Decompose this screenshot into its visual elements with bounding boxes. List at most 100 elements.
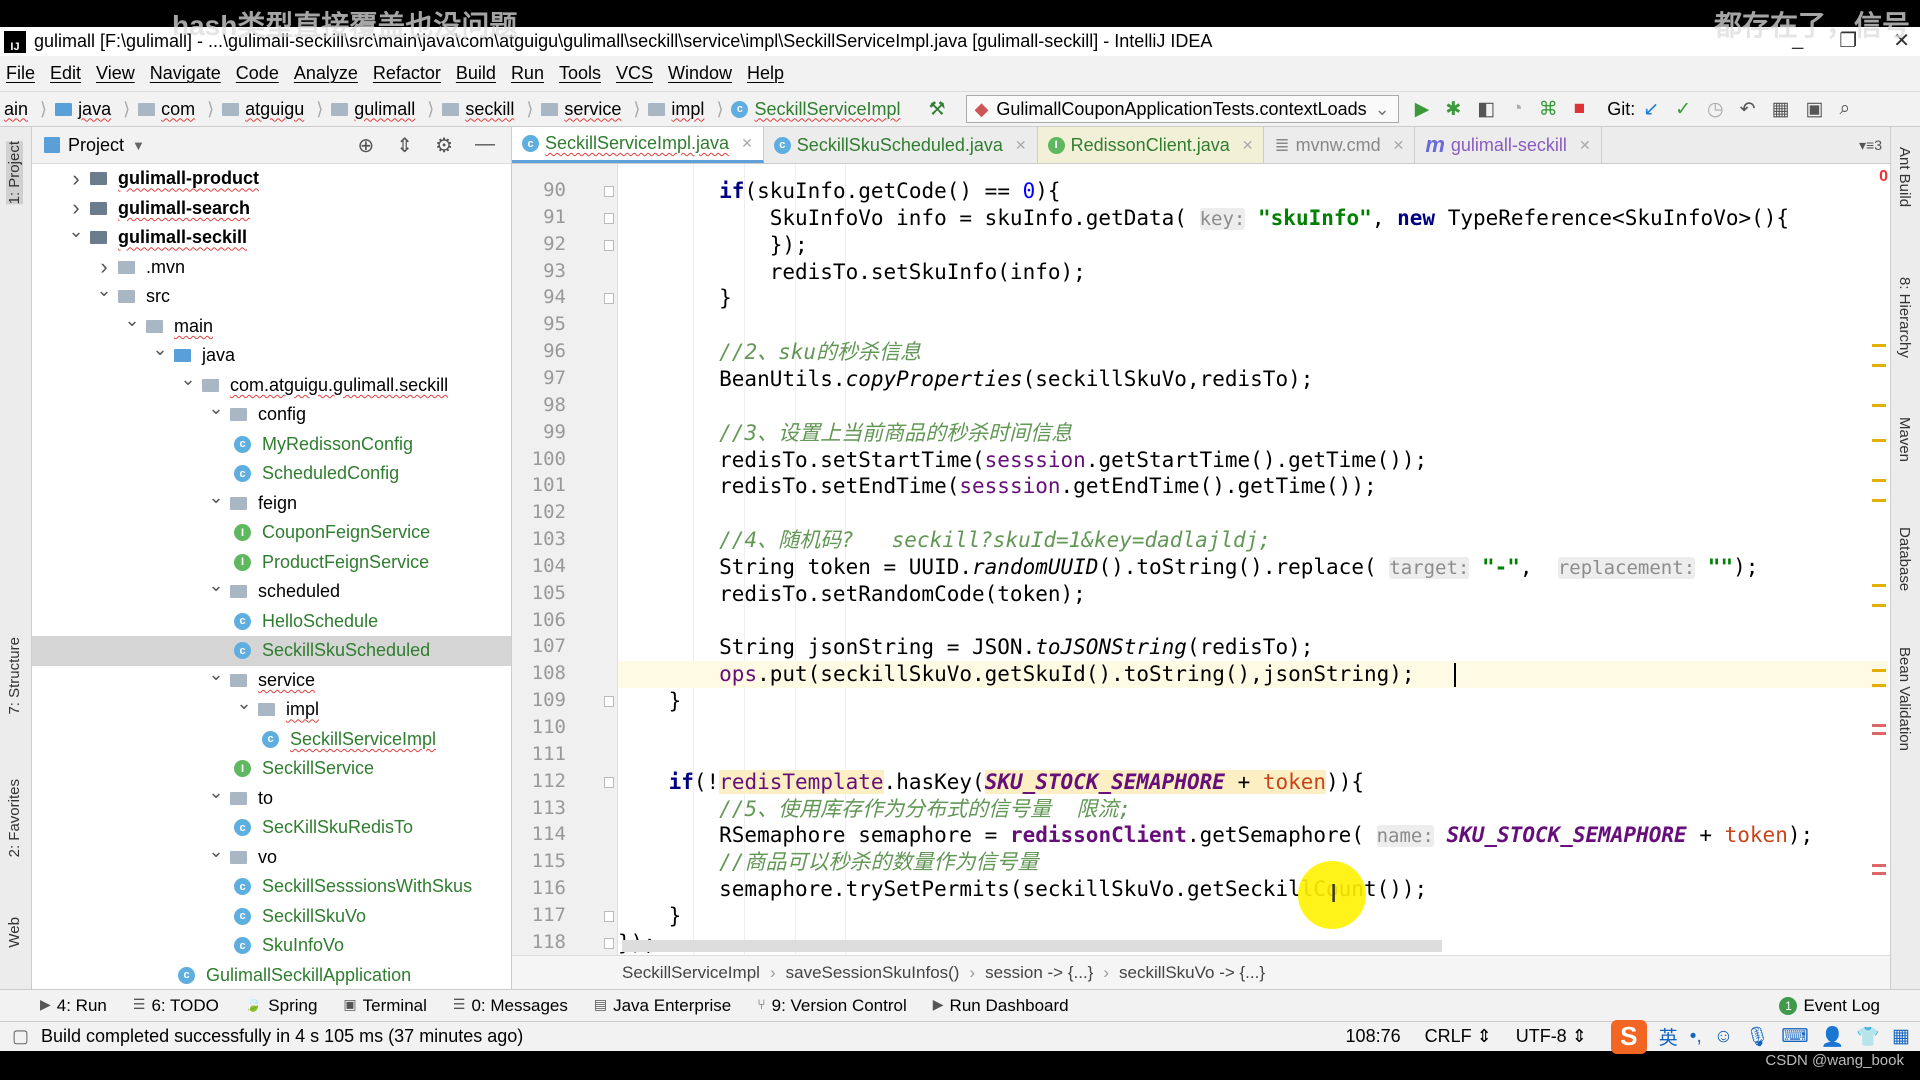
sogou-ime-icon[interactable]: S xyxy=(1610,1019,1647,1054)
tool-web[interactable]: Web xyxy=(6,917,23,948)
tree-item[interactable]: ⌄ main xyxy=(32,310,511,342)
menu-view[interactable]: View xyxy=(96,63,135,84)
tree-item[interactable]: ⌄ com.atguigu.gulimall.seckill xyxy=(32,369,511,401)
tree-item[interactable]: c SeckillSkuVo xyxy=(32,902,511,932)
tree-item[interactable]: ⌄ feign xyxy=(32,487,511,519)
tree-item[interactable]: c SeckillSesssionsWithSkus xyxy=(32,872,511,902)
menu-vcs[interactable]: VCS xyxy=(616,63,653,84)
tree-item[interactable]: ⌄ src xyxy=(32,280,511,312)
tab-redissonclient-java[interactable]: I RedissonClient.java ✕ xyxy=(1037,127,1265,163)
menu-file[interactable]: File xyxy=(6,63,35,84)
tree-item[interactable]: ⌄ to xyxy=(32,782,511,814)
locate-icon[interactable]: ⊕ xyxy=(358,133,375,158)
tree-item[interactable]: ⌄ java xyxy=(32,339,511,371)
breadcrumb-item[interactable]: seckillSkuVo -> {...} xyxy=(1119,963,1265,983)
tree-item[interactable]: › gulimall-product xyxy=(32,164,511,194)
chevron-down-icon[interactable]: ⌄ xyxy=(208,575,224,596)
tool-spring[interactable]: 🍃 Spring xyxy=(245,996,318,1016)
chevron-down-icon[interactable]: ⌄ xyxy=(208,841,224,862)
nav-crumb[interactable]: gulimall ⟩ xyxy=(327,99,438,120)
tree-item[interactable]: c SecKillSkuRedisTo xyxy=(32,813,511,843)
menu-help[interactable]: Help xyxy=(747,63,784,84)
nav-crumb[interactable]: impl ⟩ xyxy=(644,99,727,120)
tool-4-run[interactable]: ▶ 4: Run xyxy=(40,996,107,1016)
fold-marker-icon[interactable] xyxy=(604,239,614,251)
tool-terminal[interactable]: ▣ Terminal xyxy=(343,996,426,1016)
line-separator[interactable]: CRLF ⇕ xyxy=(1425,1026,1492,1047)
error-stripe-mark[interactable] xyxy=(1872,344,1886,347)
build-hammer-icon[interactable]: ⚒ xyxy=(929,98,946,121)
nav-crumb[interactable]: com ⟩ xyxy=(134,99,218,120)
attach-debugger-icon[interactable]: ⌘ xyxy=(1539,98,1558,121)
nav-crumb[interactable]: ain ⟩ xyxy=(0,99,51,120)
tree-item[interactable]: c GulimallSeckillApplication xyxy=(32,961,511,990)
tab-seckillserviceimpl-java[interactable]: c SeckillServiceImpl.java ✕ xyxy=(512,127,764,163)
fold-marker-icon[interactable] xyxy=(604,937,614,949)
tree-item[interactable]: › .mvn xyxy=(32,253,511,283)
tool-9-version-control[interactable]: ⑂ 9: Version Control xyxy=(757,996,907,1016)
keyboard-icon[interactable]: ⌨ xyxy=(1781,1025,1808,1048)
tree-item[interactable]: c SkuInfoVo xyxy=(32,931,511,961)
collapse-all-icon[interactable]: ⇕ xyxy=(396,133,413,158)
breadcrumb-item[interactable]: session -> {...} xyxy=(985,963,1093,983)
ime-punctuation[interactable]: •, xyxy=(1690,1026,1702,1048)
code-editor[interactable]: 90 91 92 93 94 95 96 97 98 99 100 101 102 103 104 105 10… xyxy=(512,164,1890,955)
menu-navigate[interactable]: Navigate xyxy=(150,63,221,84)
nav-crumb-file[interactable]: c SeckillServiceImpl xyxy=(727,99,904,120)
caret-position[interactable]: 108:76 xyxy=(1346,1026,1401,1047)
coverage-icon[interactable]: ◧ xyxy=(1477,98,1495,121)
menu-analyze[interactable]: Analyze xyxy=(294,63,358,84)
fold-marker-icon[interactable] xyxy=(604,293,614,305)
breadcrumb-item[interactable]: SeckillServiceImpl xyxy=(622,963,760,983)
close-tab-icon[interactable]: ✕ xyxy=(1015,137,1027,154)
tree-item[interactable]: ⌄ config xyxy=(32,398,511,430)
tree-item[interactable]: ⌄ impl xyxy=(32,693,511,725)
menu-build[interactable]: Build xyxy=(456,63,496,84)
search-icon[interactable]: ⌕ xyxy=(1839,98,1850,120)
error-stripe-mark[interactable] xyxy=(1872,732,1886,735)
horizontal-scrollbar[interactable] xyxy=(622,940,1442,952)
git-update-icon[interactable]: ↙ xyxy=(1643,98,1659,121)
ime-language[interactable]: 英 xyxy=(1659,1023,1678,1050)
menu-tools[interactable]: Tools xyxy=(559,63,601,84)
menu-code[interactable]: Code xyxy=(236,63,279,84)
close-tab-icon[interactable]: ✕ xyxy=(1579,137,1591,154)
chevron-down-icon[interactable]: ⌄ xyxy=(236,693,252,714)
tool-hierarchy[interactable]: 8: Hierarchy xyxy=(1896,277,1913,358)
error-stripe-mark[interactable] xyxy=(1872,724,1886,727)
error-stripe-mark[interactable] xyxy=(1872,584,1886,587)
chevron-down-icon[interactable]: ⌄ xyxy=(180,369,196,390)
tool-java-enterprise[interactable]: ▤ Java Enterprise xyxy=(594,996,731,1016)
tree-item[interactable]: ⌄ gulimall-seckill xyxy=(32,221,511,253)
tool-database[interactable]: Database xyxy=(1896,527,1913,591)
tab-mvnw-cmd[interactable]: ≣ mvnw.cmd ✕ xyxy=(1264,127,1416,163)
tab-gulimall-seckill[interactable]: m gulimall-seckill ✕ xyxy=(1415,127,1602,163)
tree-item[interactable]: c HelloSchedule xyxy=(32,607,511,637)
project-structure-icon[interactable]: ▦ xyxy=(1772,98,1790,121)
git-history-icon[interactable]: ◷ xyxy=(1707,98,1724,121)
chevron-down-icon[interactable]: ⌄ xyxy=(208,664,224,685)
event-log-button[interactable]: 1 Event Log xyxy=(1779,996,1880,1016)
toggle-tool-windows-icon[interactable]: ▢ xyxy=(12,1026,29,1047)
git-commit-icon[interactable]: ✓ xyxy=(1675,98,1691,121)
project-view-select[interactable]: Project xyxy=(68,135,124,156)
chevron-down-icon[interactable]: ⌄ xyxy=(68,221,84,242)
error-stripe-mark[interactable] xyxy=(1872,872,1886,875)
error-stripe-mark[interactable] xyxy=(1872,684,1886,687)
nav-crumb[interactable]: service ⟩ xyxy=(537,99,644,120)
fold-marker-icon[interactable] xyxy=(604,212,614,224)
tool-0-messages[interactable]: ☰ 0: Messages xyxy=(453,996,568,1016)
tree-item[interactable]: I SeckillService xyxy=(32,754,511,784)
debug-icon[interactable]: ✱ xyxy=(1445,98,1461,121)
tree-item[interactable]: ⌄ vo xyxy=(32,841,511,873)
tree-item[interactable]: c SeckillSkuScheduled xyxy=(32,636,511,666)
menu-edit[interactable]: Edit xyxy=(50,63,81,84)
chevron-down-icon[interactable]: ⌄ xyxy=(208,782,224,803)
stop-icon[interactable]: ■ xyxy=(1574,98,1585,120)
chevron-down-icon[interactable]: ⌄ xyxy=(208,398,224,419)
error-stripe-mark[interactable] xyxy=(1872,479,1886,482)
tool-maven[interactable]: Maven xyxy=(1896,417,1913,462)
gear-icon[interactable]: ⚙ xyxy=(435,133,453,158)
skin-shirt-icon[interactable]: 👕 xyxy=(1856,1025,1880,1049)
tool-structure[interactable]: 7: Structure xyxy=(6,637,23,715)
